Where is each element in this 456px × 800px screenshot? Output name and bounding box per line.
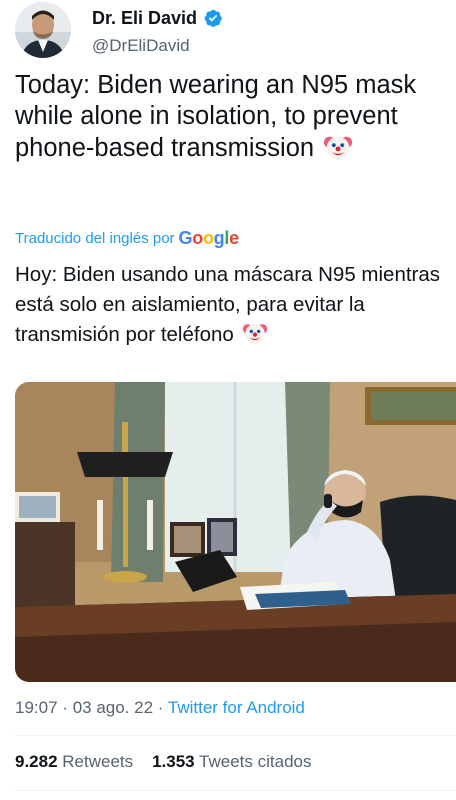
retweets-stat[interactable]: 9.282 Retweets: [15, 752, 138, 771]
tweet-source[interactable]: Twitter for Android: [168, 698, 305, 717]
google-logo: Google: [178, 228, 240, 248]
divider: [15, 735, 456, 736]
translated-text: Hoy: Biden usando una máscara N95 mientr…: [15, 260, 445, 350]
tweet-meta: 19:07 · 03 ago. 22 · Twitter for Android: [15, 698, 305, 718]
retweets-count: 9.282: [15, 752, 58, 771]
clown-face-icon: [323, 132, 353, 162]
avatar[interactable]: [15, 2, 71, 58]
translated-text-content: Hoy: Biden usando una máscara N95 mientr…: [15, 263, 441, 346]
tweet-author: Dr. Eli David @DrEliDavid: [92, 7, 223, 56]
retweets-label: Retweets: [62, 752, 134, 771]
quotes-label: Tweets citados: [199, 752, 312, 771]
quote-tweets-stat[interactable]: 1.353 Tweets citados: [152, 752, 311, 771]
author-handle[interactable]: @DrEliDavid: [92, 36, 223, 56]
tweet-time[interactable]: 19:07: [15, 698, 58, 717]
verified-badge-icon: [203, 8, 223, 28]
tweet-date[interactable]: 03 ago. 22: [73, 698, 153, 717]
tweet-stats: 9.282 Retweets 1.353 Tweets citados: [15, 752, 311, 772]
meta-separator: ·: [62, 698, 68, 717]
tweet-text-content: Today: Biden wearing an N95 mask while a…: [15, 71, 417, 162]
meta-separator: ·: [157, 698, 164, 717]
divider: [15, 790, 456, 791]
translation-attribution[interactable]: Traducido del inglés por Google: [15, 228, 239, 249]
quotes-count: 1.353: [152, 752, 195, 771]
photo-biden-desk: [15, 382, 456, 682]
translation-label: Traducido del inglés por: [15, 230, 175, 247]
tweet-photo[interactable]: [15, 382, 456, 682]
author-name-row: Dr. Eli David: [92, 7, 223, 29]
tweet-text: Today: Biden wearing an N95 mask while a…: [15, 70, 445, 164]
clown-face-icon: [242, 320, 268, 346]
author-display-name[interactable]: Dr. Eli David: [92, 8, 197, 29]
avatar-image: [15, 2, 71, 58]
